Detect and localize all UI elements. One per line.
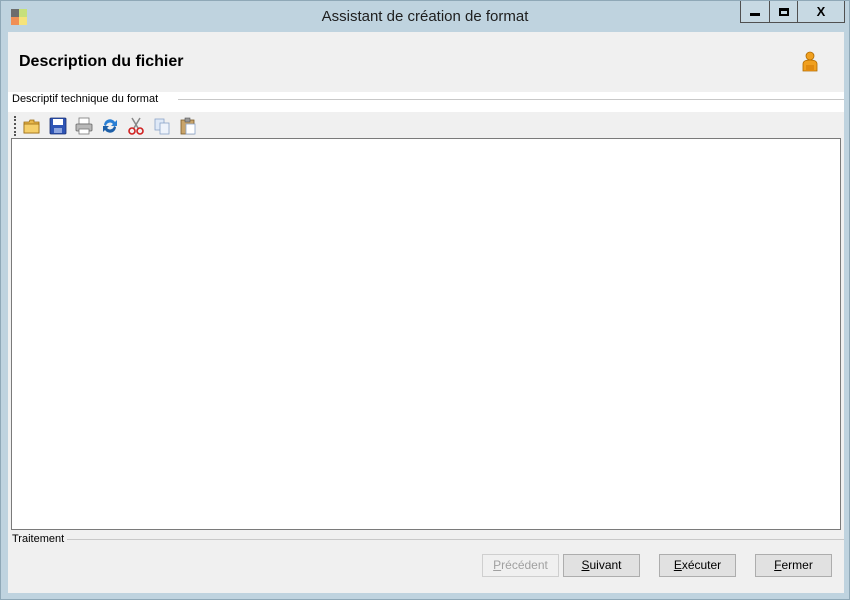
next-button[interactable]: Suivant — [563, 554, 640, 577]
processing-group-label: Traitement — [12, 533, 68, 545]
divider — [66, 539, 844, 540]
maximize-button[interactable] — [769, 1, 797, 22]
format-group-label: Descriptif technique du format — [12, 93, 162, 105]
close-icon: X — [816, 4, 826, 19]
divider — [178, 99, 844, 100]
user-icon — [802, 51, 818, 72]
page-title: Description du fichier — [19, 53, 184, 70]
copy-icon[interactable] — [152, 116, 172, 136]
refresh-icon[interactable] — [100, 116, 120, 136]
window-controls: X — [740, 1, 845, 23]
wizard-header: Description du fichier — [8, 32, 844, 92]
print-icon[interactable] — [74, 116, 94, 136]
format-description-editor[interactable] — [11, 138, 841, 530]
save-icon[interactable] — [48, 116, 68, 136]
editor-toolbar — [10, 113, 844, 138]
paste-icon[interactable] — [178, 116, 198, 136]
execute-button[interactable]: Exécuter — [659, 554, 736, 577]
window-title: Assistant de création de format — [321, 8, 529, 25]
open-icon[interactable] — [22, 116, 42, 136]
close-button[interactable]: Fermer — [755, 554, 832, 577]
client-area: Description du fichier Descriptif techni… — [8, 32, 844, 593]
toolbar-grip-icon[interactable] — [14, 116, 16, 136]
cut-icon[interactable] — [126, 116, 146, 136]
minimize-icon — [750, 12, 760, 16]
maximize-icon — [778, 7, 789, 16]
title-bar[interactable]: Assistant de création de format X — [1, 1, 849, 31]
previous-button[interactable]: Précédent — [482, 554, 559, 577]
minimize-button[interactable] — [741, 1, 769, 22]
app-window: Assistant de création de format X Descri… — [0, 0, 850, 600]
close-window-button[interactable]: X — [797, 1, 844, 22]
